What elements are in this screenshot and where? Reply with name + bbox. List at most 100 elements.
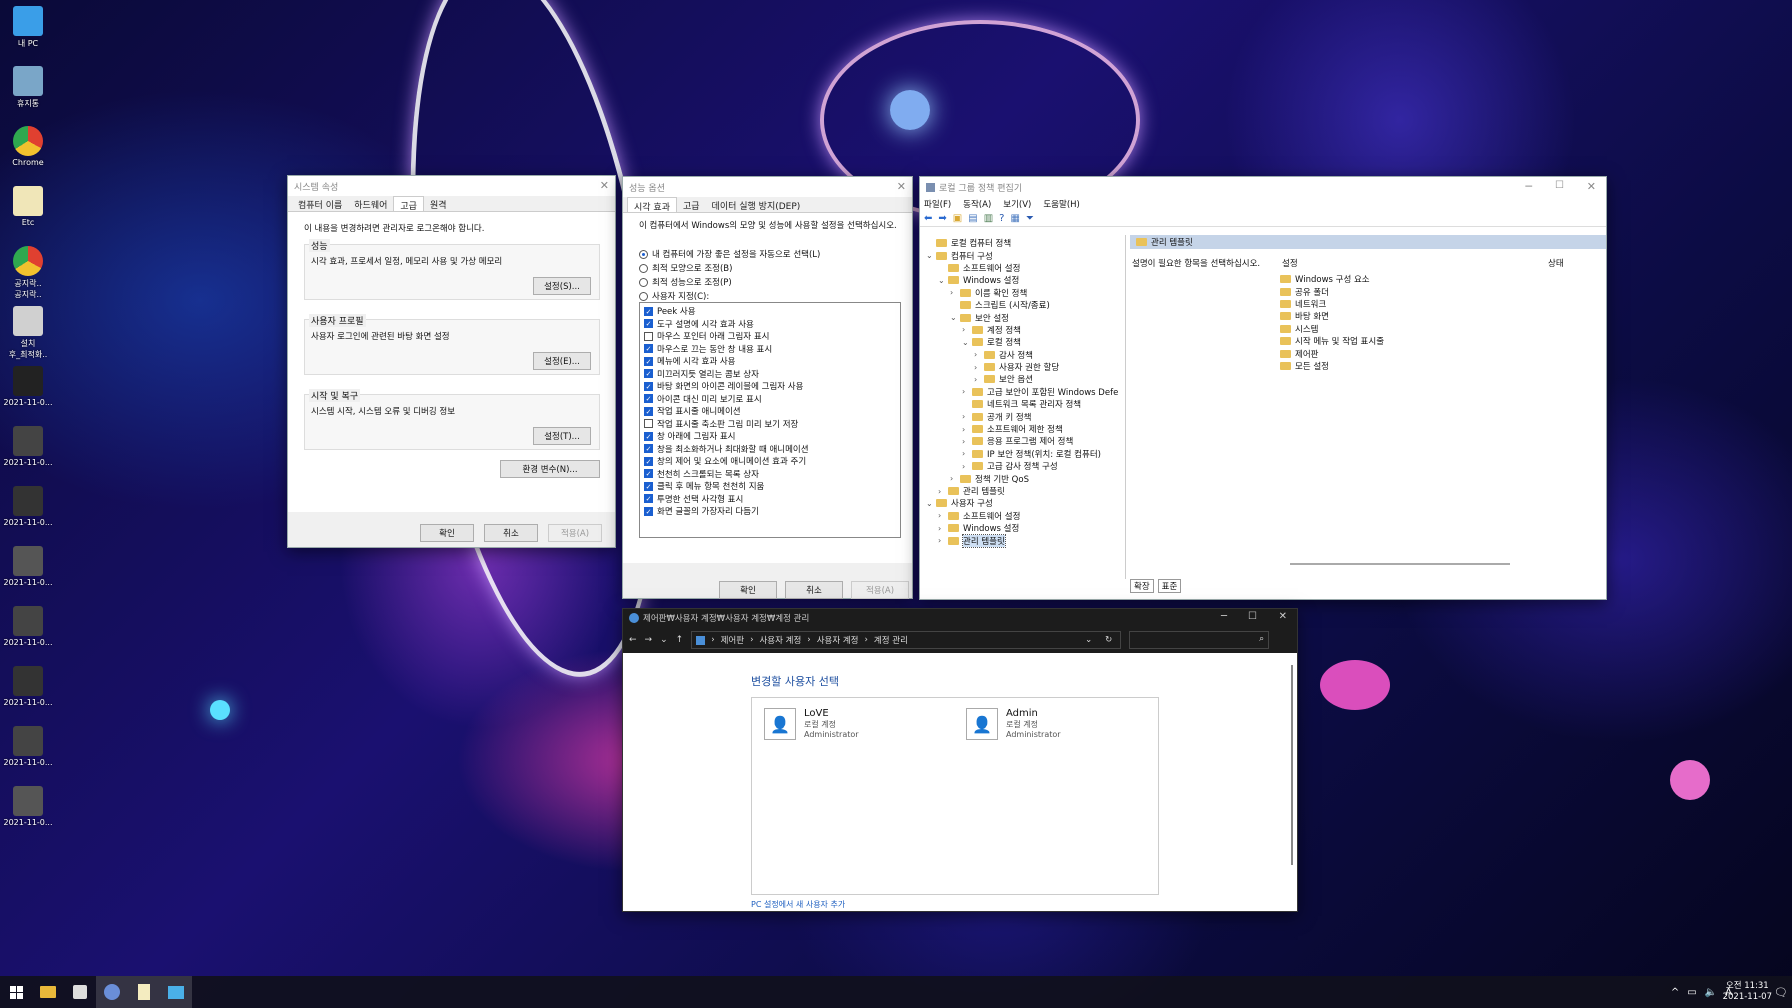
tree-node[interactable]: ⌄ 컴퓨터 구성 xyxy=(926,249,1125,262)
effect-checkbox[interactable]: ✓ 클릭 후 메뉴 항목 천천히 지움 xyxy=(644,480,896,493)
chevron-right-icon[interactable]: › xyxy=(962,387,972,396)
minimize-icon[interactable]: ─ xyxy=(1525,180,1532,193)
tab-remote[interactable]: 원격 xyxy=(424,196,453,211)
breadcrumb-item[interactable]: 사용자 계정 xyxy=(817,634,859,646)
effect-checkbox[interactable]: ✓ 작업 표시줄 애니메이션 xyxy=(644,405,896,418)
user-tile-admin[interactable]: 👤 Admin 로컬 계정 Administrator xyxy=(966,708,1061,740)
tab-visual-effects[interactable]: 시각 효과 xyxy=(627,197,677,213)
apply-button[interactable]: 적용(A) xyxy=(851,581,909,599)
desktop-icon[interactable]: 2021-11-0... xyxy=(2,726,54,767)
tree-node[interactable]: › Windows 설정 xyxy=(926,522,1125,535)
template-item[interactable]: 시작 메뉴 및 작업 표시줄 xyxy=(1280,335,1384,347)
group-policy-editor-window[interactable]: 로컬 그룹 정책 편집기 ─ ☐ ✕ 파일(F) 동작(A) 보기(V) 도움말… xyxy=(919,176,1607,600)
tree-node[interactable]: › 관리 템플릿 xyxy=(926,533,1125,548)
effect-checkbox[interactable]: ✓ 아이콘 대신 미리 보기로 표시 xyxy=(644,393,896,406)
menu-file[interactable]: 파일(F) xyxy=(924,198,951,210)
tray-chevron-icon[interactable]: ^ xyxy=(1671,987,1679,998)
network-icon[interactable]: ▭ xyxy=(1687,987,1696,998)
chevron-right-icon[interactable]: › xyxy=(962,437,972,446)
column-state[interactable]: 상태 xyxy=(1548,257,1564,269)
template-item[interactable]: 제어판 xyxy=(1280,347,1384,360)
forward-arrow-icon[interactable]: → xyxy=(645,635,653,645)
tree-node[interactable]: 네트워크 목록 관리자 정책 xyxy=(926,398,1125,410)
desktop-icon[interactable]: 2021-11-0... xyxy=(2,426,54,467)
properties-icon[interactable]: ▦ xyxy=(1010,213,1019,224)
close-icon[interactable]: ✕ xyxy=(1279,611,1287,622)
custom-effects-list[interactable]: ✓ Peek 사용 ✓ 도구 설명에 시각 효과 사용 마우스 포인터 아래 그림자 표… xyxy=(639,302,901,538)
chevron-right-icon[interactable]: › xyxy=(974,375,984,384)
template-item[interactable]: 공유 폴더 xyxy=(1280,285,1384,298)
effect-checkbox[interactable]: ✓ 미끄러지듯 열리는 콤보 상자 xyxy=(644,368,896,381)
help-icon[interactable]: ? xyxy=(999,213,1004,224)
horizontal-scrollbar[interactable] xyxy=(1290,563,1510,565)
tree-node[interactable]: › IP 보안 정책(위치: 로컬 컴퓨터) xyxy=(926,448,1125,460)
chevron-down-icon[interactable]: ⌄ xyxy=(950,313,960,322)
notification-icon[interactable]: 🗨 xyxy=(1774,986,1788,999)
tab-extended[interactable]: 확장 xyxy=(1130,579,1154,593)
tree-node[interactable]: 소프트웨어 설정 xyxy=(926,262,1125,274)
tree-node[interactable]: › 응용 프로그램 제어 정책 xyxy=(926,435,1125,448)
tree-node[interactable]: › 소프트웨어 제한 정책 xyxy=(926,423,1125,436)
chevron-right-icon[interactable]: › xyxy=(938,536,948,545)
effect-checkbox[interactable]: ✓ 천천히 스크롤되는 목록 상자 xyxy=(644,468,896,481)
profile-settings-button[interactable]: 설정(E)... xyxy=(533,352,591,370)
column-setting[interactable]: 설정 xyxy=(1282,257,1298,269)
desktop-icon[interactable]: 내 PC xyxy=(2,6,54,49)
breadcrumb-item[interactable]: 사용자 계정 xyxy=(759,634,801,646)
effect-checkbox[interactable]: ✓ 화면 글꼴의 가장자리 다듬기 xyxy=(644,505,896,518)
tree-node[interactable]: › 감사 정책 xyxy=(926,349,1125,361)
tab-advanced[interactable]: 고급 xyxy=(393,196,424,212)
tree-node[interactable]: › 고급 보안이 포함된 Windows Defe xyxy=(926,386,1125,398)
chevron-right-icon[interactable]: › xyxy=(962,412,972,421)
tree-node[interactable]: › 정책 기반 QoS xyxy=(926,472,1125,485)
tab-dep[interactable]: 데이터 실행 방지(DEP) xyxy=(706,197,807,212)
tab-advanced[interactable]: 고급 xyxy=(677,197,706,212)
tree-node[interactable]: › 이름 확인 정책 xyxy=(926,287,1125,299)
effect-checkbox[interactable]: ✓ 바탕 화면의 아이콘 레이블에 그림자 사용 xyxy=(644,380,896,393)
refresh-icon[interactable]: ↻ xyxy=(1105,635,1112,645)
system-properties-window[interactable]: 시스템 속성 ✕ 컴퓨터 이름 하드웨어 고급 원격 이 내용을 변경하려면 관리… xyxy=(287,175,616,548)
chevron-right-icon[interactable]: › xyxy=(950,288,960,297)
performance-options-window[interactable]: 성능 옵션 ✕ 시각 효과 고급 데이터 실행 방지(DEP) 이 컴퓨터에서 W… xyxy=(622,176,913,599)
folder-up-icon[interactable]: ▣ xyxy=(953,213,962,224)
effects-radio-option[interactable]: 최적 성능으로 조정(P) xyxy=(639,275,820,289)
tree-node[interactable]: ⌄ 사용자 구성 xyxy=(926,497,1125,510)
back-arrow-icon[interactable]: ⬅ xyxy=(924,213,932,224)
effect-checkbox[interactable]: ✓ 투명한 선택 사각형 표시 xyxy=(644,493,896,506)
system-properties-titlebar[interactable]: 시스템 속성 ✕ xyxy=(288,176,615,196)
effect-checkbox[interactable]: ✓ 창의 제어 및 요소에 애니메이션 효과 주기 xyxy=(644,455,896,468)
tree-node[interactable]: › 소프트웨어 설정 xyxy=(926,510,1125,522)
chevron-right-icon[interactable]: › xyxy=(962,462,972,471)
tree-node[interactable]: ⌄ 보안 설정 xyxy=(926,311,1125,324)
up-arrow-icon[interactable]: ↑ xyxy=(676,635,684,645)
user-accounts-window[interactable]: 제어판₩사용자 계정₩사용자 계정₩계정 관리 ─ ☐ ✕ ← → ⌄ ↑ › … xyxy=(622,608,1298,912)
template-item[interactable]: 모든 설정 xyxy=(1280,360,1384,372)
tree-node[interactable]: 로컬 컴퓨터 정책 xyxy=(926,237,1125,249)
effect-checkbox[interactable]: ✓ 마우스로 끄는 동안 창 내용 표시 xyxy=(644,343,896,356)
template-item[interactable]: Windows 구성 요소 xyxy=(1280,273,1384,285)
taskbar-store[interactable] xyxy=(64,976,96,1008)
desktop-icon[interactable]: 2021-11-0... xyxy=(2,486,54,527)
tree-node[interactable]: › 고급 감사 정책 구성 xyxy=(926,460,1125,473)
desktop-icon[interactable]: 공지락.. 공지락.. xyxy=(2,246,54,300)
tree-node[interactable]: ⌄ 로컬 정책 xyxy=(926,336,1125,349)
close-icon[interactable]: ✕ xyxy=(1587,180,1596,193)
chevron-down-icon[interactable]: ⌄ xyxy=(938,276,948,285)
desktop-icon[interactable]: 설치 후_최적화.. xyxy=(2,306,54,360)
volume-icon[interactable]: 🔈 xyxy=(1705,987,1717,998)
group-policy-titlebar[interactable]: 로컬 그룹 정책 편집기 ─ ☐ ✕ xyxy=(920,177,1606,197)
chevron-right-icon[interactable]: › xyxy=(974,350,984,359)
vertical-scrollbar[interactable] xyxy=(1291,665,1293,865)
desktop-icon[interactable]: 2021-11-0... xyxy=(2,366,54,407)
effects-radio-option[interactable]: 최적 모양으로 조정(B) xyxy=(639,261,820,275)
clock[interactable]: 오전 11:31 2021-11-07 xyxy=(1723,981,1772,1003)
chevron-right-icon[interactable]: › xyxy=(938,487,948,496)
ok-button[interactable]: 확인 xyxy=(420,524,474,542)
close-icon[interactable]: ✕ xyxy=(897,180,906,193)
desktop-icon[interactable]: 2021-11-0... xyxy=(2,786,54,827)
effect-checkbox[interactable]: ✓ 창 아래에 그림자 표시 xyxy=(644,430,896,443)
effect-checkbox[interactable]: ✓ 메뉴에 시각 효과 사용 xyxy=(644,355,896,368)
effect-checkbox[interactable]: 작업 표시줄 축소판 그림 미리 보기 저장 xyxy=(644,418,896,431)
tree-node[interactable]: › 관리 템플릿 xyxy=(926,485,1125,498)
tree-node[interactable]: ⌄ Windows 설정 xyxy=(926,274,1125,287)
